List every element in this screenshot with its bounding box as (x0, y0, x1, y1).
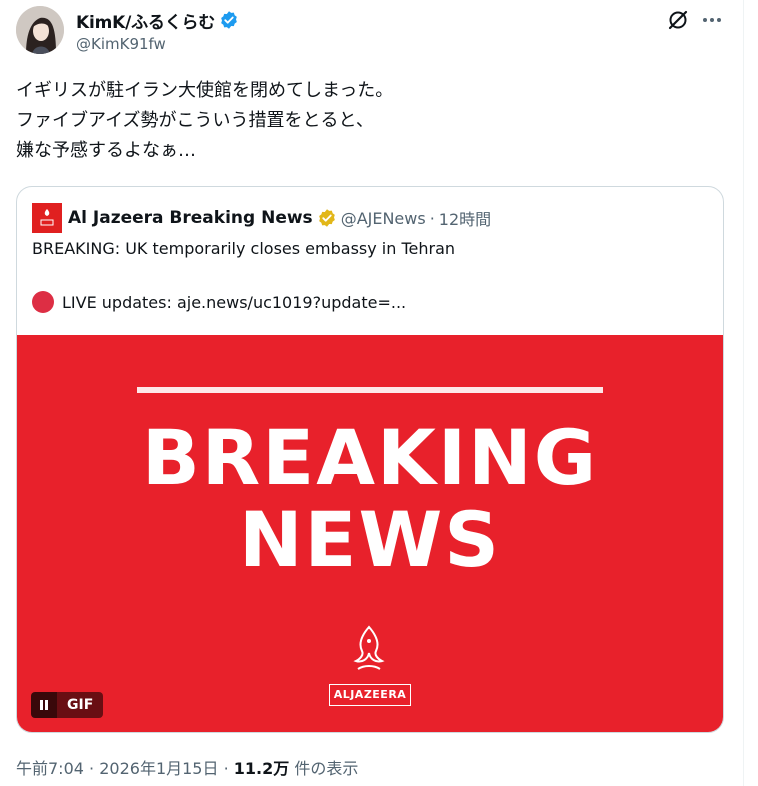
separator-dot: · (429, 208, 435, 228)
aljazeera-logo: ALJAZEERA (329, 684, 411, 706)
more-icon[interactable] (700, 8, 724, 32)
aljazeera-calligraphy-icon (353, 625, 385, 670)
verified-badge-icon (221, 11, 237, 29)
quoted-tweet-time[interactable]: 12時間 (439, 206, 491, 230)
author-display-name[interactable]: KimK/ふるくらむ (76, 8, 215, 33)
media-divider-line (137, 387, 603, 393)
quoted-tweet-header: Al Jazeera Breaking News @AJENews · 12時間 (32, 203, 491, 233)
pause-button[interactable] (31, 692, 57, 718)
quoted-author-avatar[interactable] (32, 203, 62, 233)
author-handle[interactable]: @KimK91fw (76, 35, 239, 53)
post-date[interactable]: 2026年1月15日 (99, 759, 218, 778)
tweet-text: イギリスが駐イラン大使館を閉めてしまった。 ファイブアイズ勢がこういう措置をとる… (16, 76, 726, 166)
separator-dot: · (223, 759, 229, 778)
red-circle-icon (32, 291, 54, 313)
post-time[interactable]: 午前7:04 (16, 759, 84, 778)
pause-icon (40, 700, 48, 710)
quoted-author-name[interactable]: Al Jazeera Breaking News (68, 208, 313, 228)
timeline-border (743, 0, 744, 786)
tweet-text-line: ファイブアイズ勢がこういう措置をとると、 (16, 110, 374, 131)
views-label: 件の表示 (294, 759, 359, 778)
views-count: 11.2万 (233, 759, 290, 778)
grok-icon[interactable] (666, 8, 690, 32)
quoted-author-handle[interactable]: @AJENews (341, 209, 426, 228)
separator-dot: · (89, 759, 95, 778)
tweet-text-line: イギリスが駐イラン大使館を閉めてしまった。 (16, 80, 394, 101)
quoted-tweet-card[interactable]: Al Jazeera Breaking News @AJENews · 12時間… (16, 186, 724, 733)
news-title: NEWS (238, 495, 502, 584)
breaking-title: BREAKING (141, 413, 599, 502)
live-updates-text: LIVE updates: aje.news/uc1019?update=... (62, 292, 407, 312)
author-info: KimK/ふるくらむ @KimK91fw (76, 8, 239, 53)
gif-controls: GIF (31, 692, 104, 718)
author-avatar[interactable] (16, 6, 64, 54)
quoted-tweet-live-line: LIVE updates: aje.news/uc1019?update=... (32, 291, 406, 313)
quoted-tweet-text: BREAKING: UK temporarily closes embassy … (32, 239, 456, 258)
breaking-news-gif[interactable]: BREAKING NEWS ALJAZEERA GIF (17, 335, 723, 732)
gold-verified-badge-icon (318, 209, 335, 227)
gif-badge: GIF (57, 692, 104, 718)
tweet-text-line: 嫌な予感するよなぁ… (16, 140, 196, 161)
tweet-meta: 午前7:04 · 2026年1月15日 · 11.2万 件の表示 (16, 755, 358, 779)
